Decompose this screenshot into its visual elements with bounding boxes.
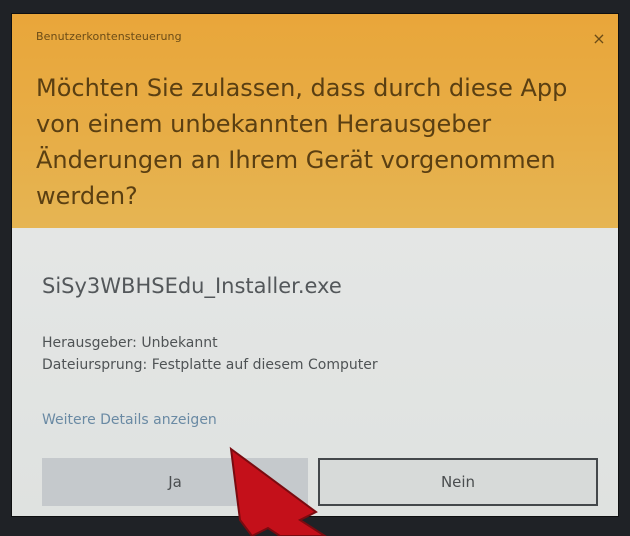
dialog-body: SiSy3WBHSEdu_Installer.exe Herausgeber: … [12, 228, 618, 516]
yes-button[interactable]: Ja [42, 458, 308, 506]
program-meta: Herausgeber: Unbekannt Dateiursprung: Fe… [42, 332, 378, 376]
screen-frame: Benutzerkontensteuerung × Möchten Sie zu… [0, 0, 630, 536]
dialog-header: Benutzerkontensteuerung × Möchten Sie zu… [12, 14, 618, 228]
permission-question: Möchten Sie zulassen, dass durch diese A… [36, 74, 568, 210]
origin-text: Dateiursprung: Festplatte auf diesem Com… [42, 357, 378, 373]
dialog-title: Benutzerkontensteuerung [36, 30, 182, 43]
uac-dialog: Benutzerkontensteuerung × Möchten Sie zu… [12, 14, 618, 516]
close-icon[interactable]: × [588, 28, 610, 50]
publisher-text: Herausgeber: Unbekannt [42, 335, 218, 351]
no-button[interactable]: Nein [318, 458, 598, 506]
program-filename: SiSy3WBHSEdu_Installer.exe [42, 274, 342, 298]
show-details-link[interactable]: Weitere Details anzeigen [42, 412, 217, 428]
